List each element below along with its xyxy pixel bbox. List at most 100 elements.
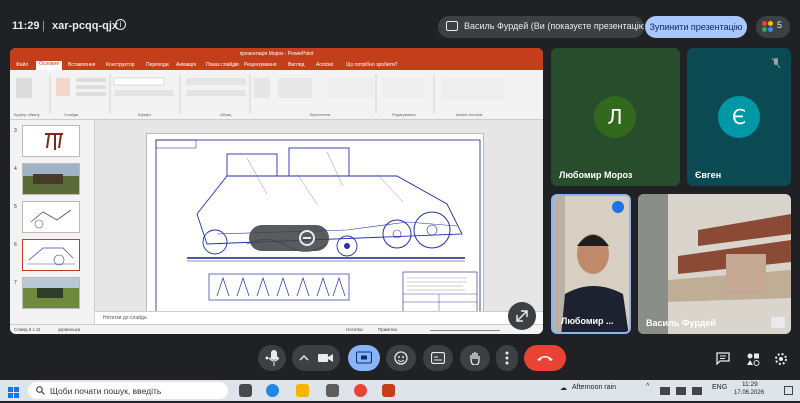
ppt-ribbon-tabs: Файл Основне Вставлення Конструктор Пере… [10, 60, 543, 70]
file-explorer-icon[interactable] [296, 384, 309, 397]
host-controls-icon[interactable] [774, 352, 788, 371]
windows-taskbar: Щоби почати пошук, введіть ☁ Afternoon r… [0, 380, 800, 401]
tray-chevron-icon[interactable]: ^ [646, 383, 649, 390]
ppt-workspace: 3 4 5 6 7 Нотатки до слайда [10, 120, 543, 324]
network-icon[interactable] [660, 387, 670, 395]
status-notes-button[interactable]: Нотатки [346, 327, 363, 332]
participant-tile[interactable]: Василь Фурдей [638, 194, 791, 334]
captions-icon [431, 352, 445, 364]
weather-text[interactable]: Afternoon rain [572, 384, 616, 391]
ppt-status-bar: Слайд 6 з 11 українська Нотатки Примітки [10, 324, 543, 334]
thumbnail-image [23, 164, 79, 184]
ribbon-group-paragraph: Абзац [220, 112, 232, 117]
thumbnail-image [27, 247, 75, 266]
present-screen-icon [446, 21, 458, 31]
stop-presenting-button[interactable]: Зупинити презентацію [645, 16, 747, 38]
notifications-icon[interactable] [784, 386, 793, 395]
ribbon-group-font: Шрифт [138, 112, 152, 117]
zoom-slider[interactable] [430, 330, 500, 331]
tab-slideshow[interactable]: Показ слайдів [206, 62, 239, 68]
chrome-icon[interactable] [354, 384, 367, 397]
tab-design[interactable]: Конструктор [106, 62, 135, 68]
emoji-icon [394, 351, 408, 365]
slide-thumbnail-selected[interactable] [22, 239, 80, 271]
activities-icon[interactable] [746, 352, 760, 371]
separator: | [42, 20, 45, 32]
search-icon [36, 386, 45, 397]
volume-icon[interactable] [692, 387, 702, 395]
meeting-controls [0, 340, 800, 376]
participant-video [553, 196, 629, 332]
fullscreen-button[interactable] [508, 302, 536, 330]
hand-icon [470, 352, 480, 365]
participant-name: Євген [695, 170, 722, 180]
status-comments-button[interactable]: Примітки [378, 327, 397, 332]
participants-button[interactable]: 5 [756, 16, 790, 38]
zoom-out-icon-bar [303, 237, 311, 239]
tab-tell-me[interactable]: Що потрібно зробити? [346, 62, 398, 68]
more-options-button[interactable] [496, 345, 518, 371]
participant-name: Любомир ... [561, 316, 614, 326]
present-button[interactable] [348, 345, 380, 371]
store-icon[interactable] [326, 384, 339, 397]
presenter-chip[interactable]: Василь Фурдей (Ви (показуєте презентацію… [438, 16, 644, 38]
participant-tile[interactable]: Є Євген [687, 48, 791, 186]
tab-review[interactable]: Рецензування [244, 62, 277, 68]
ribbon-group-drawing: Креслення [310, 112, 330, 117]
tab-file[interactable]: Файл [16, 62, 28, 68]
participants-icon-dot [762, 27, 767, 32]
participant-tile[interactable]: Л Любомир Мороз [551, 48, 680, 186]
participants-icon-dot [768, 27, 773, 32]
leave-call-button[interactable] [524, 345, 566, 371]
present-screen-icon [356, 351, 372, 364]
tab-insert[interactable]: Вставлення [68, 62, 95, 68]
slide-thumbnails-pane: 3 4 5 6 7 [10, 120, 95, 324]
participant-tile-speaking[interactable]: Любомир ... [551, 194, 631, 334]
tab-transitions[interactable]: Переходи [146, 62, 169, 68]
emoji-button[interactable] [386, 345, 416, 371]
speaking-icon [612, 201, 624, 213]
camera-button[interactable] [292, 345, 340, 371]
expand-icon [516, 310, 528, 322]
raise-hand-button[interactable] [460, 345, 490, 371]
microphone-button[interactable] [260, 345, 288, 371]
participant-video [638, 194, 791, 334]
slide-thumbnail[interactable] [22, 277, 80, 309]
powerpoint-icon[interactable] [382, 384, 395, 397]
clock-date[interactable]: 17.06.2026 [734, 390, 764, 396]
clock-time[interactable]: 11:29 [742, 381, 758, 388]
tab-acrobat[interactable]: Acrobat [316, 62, 333, 68]
slide-number: 3 [14, 128, 17, 134]
info-icon[interactable]: i [115, 19, 126, 30]
tab-animations[interactable]: Анімація [176, 62, 196, 68]
language-indicator[interactable]: ENG [712, 384, 727, 391]
mic-off-icon [771, 56, 781, 74]
participants-count: 5 [777, 20, 783, 30]
meeting-time: 11:29 [12, 20, 40, 32]
participant-name: Любомир Мороз [559, 170, 633, 180]
presentation-overlay-controls[interactable] [249, 225, 329, 251]
more-vert-icon [505, 351, 509, 365]
slide-thumbnail[interactable] [22, 125, 80, 157]
thumbnail-image [30, 209, 72, 229]
slide-thumbnail[interactable] [22, 163, 80, 195]
participant-name: Василь Фурдей [646, 318, 716, 328]
battery-icon[interactable] [676, 387, 686, 395]
meeting-top-bar: 11:29 | xar-pcqq-qjx i Василь Фурдей (Ви… [0, 0, 800, 48]
chat-icon[interactable] [716, 352, 730, 370]
windows-start-icon[interactable] [8, 385, 19, 403]
task-view-icon[interactable] [239, 384, 252, 397]
thumbnail-image [23, 278, 79, 298]
edge-icon[interactable] [266, 384, 279, 397]
status-slide-counter: Слайд 6 з 11 [14, 327, 41, 332]
captions-button[interactable] [423, 345, 453, 371]
tab-view[interactable]: Вигляд [288, 62, 304, 68]
microphone-icon [268, 350, 280, 366]
slide-number: 7 [14, 280, 17, 286]
camera-icon [299, 354, 333, 362]
taskbar-search[interactable]: Щоби почати пошук, введіть [28, 382, 228, 399]
ppt-title-bar: презентація Мороз - PowerPoint [10, 48, 543, 60]
tab-home[interactable]: Основне [36, 61, 63, 70]
slide-thumbnail[interactable] [22, 201, 80, 233]
notes-pane[interactable]: Нотатки до слайда [95, 311, 543, 324]
